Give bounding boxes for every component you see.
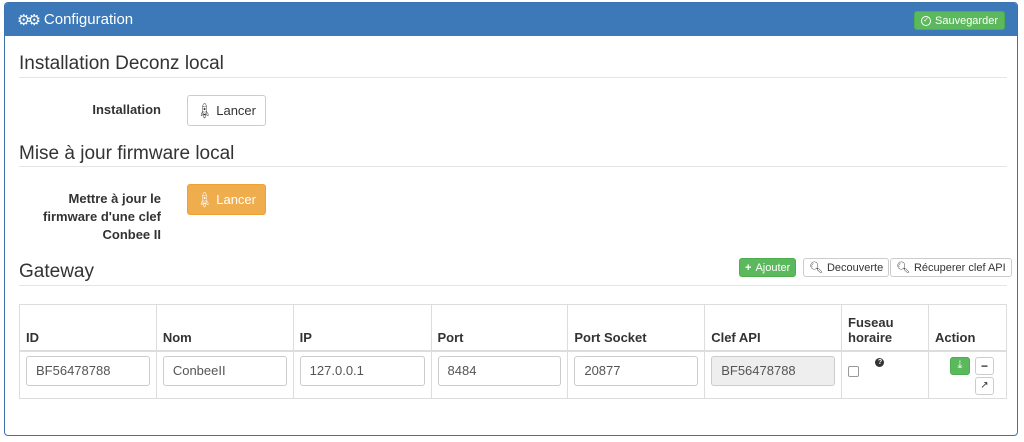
search-icon: 🔍︎ xyxy=(809,262,823,274)
cell-nom xyxy=(155,350,294,399)
gateway-table: ID Nom IP Port Port Socket Clef API Fuse… xyxy=(19,304,1008,399)
table-row: ? ⤓ − ↗ xyxy=(19,350,1008,399)
minus-icon: − xyxy=(980,358,988,373)
firmware-launch-button[interactable]: 🚀︎ Lancer xyxy=(187,184,266,215)
install-section-title: Installation Deconz local xyxy=(19,53,224,74)
discover-label: Decouverte xyxy=(826,261,884,274)
download-icon: ⤓ xyxy=(957,359,963,371)
discover-button[interactable]: 🔍︎ Decouverte xyxy=(803,258,890,277)
save-button[interactable]: ✓ Sauvegarder xyxy=(914,11,1005,30)
cell-api-key xyxy=(704,350,843,399)
rocket-icon: 🚀︎ xyxy=(194,189,215,210)
install-launch-label: Lancer xyxy=(216,103,256,118)
firmware-label-line1: Mettre à jour le xyxy=(68,191,161,206)
col-header-action: Action xyxy=(927,304,1008,352)
gateway-section-title: Gateway xyxy=(19,261,94,282)
gateway-id-input[interactable] xyxy=(26,355,150,386)
col-header-id: ID xyxy=(19,304,157,352)
rocket-icon: 🚀︎ xyxy=(194,100,215,121)
plus-icon: + xyxy=(745,261,752,274)
table-header-row: ID Nom IP Port Port Socket Clef API Fuse… xyxy=(19,304,1008,352)
gateway-port-input[interactable] xyxy=(437,355,562,386)
gateway-name-input[interactable] xyxy=(162,355,287,386)
check-circle-icon: ✓ xyxy=(921,15,931,26)
col-header-timezone: Fuseau horaire xyxy=(841,304,929,352)
panel-title-text: Configuration xyxy=(43,11,134,28)
add-gateway-label: Ajouter xyxy=(755,261,791,274)
install-label: Installation xyxy=(92,102,161,117)
col-header-port-socket: Port Socket xyxy=(567,304,706,352)
col-header-ip: IP xyxy=(292,304,432,352)
save-button-label: Sauvegarder xyxy=(935,14,998,27)
panel-header: ⚙⚙ Configuration ✓ Sauvegarder xyxy=(5,3,1017,36)
cell-port xyxy=(430,350,569,399)
gears-icon: ⚙⚙ xyxy=(17,11,41,29)
col-header-api-key: Clef API xyxy=(704,304,843,352)
gateway-ip-input[interactable] xyxy=(299,355,425,386)
configuration-panel: ⚙⚙ Configuration ✓ Sauvegarder Installat… xyxy=(4,2,1018,436)
install-launch-button[interactable]: 🚀︎ Lancer xyxy=(187,95,266,126)
remove-button[interactable]: − xyxy=(974,356,994,375)
add-gateway-button[interactable]: + Ajouter xyxy=(739,258,797,277)
install-divider xyxy=(19,77,1007,78)
gateway-api-key-input xyxy=(711,355,836,386)
cell-timezone: ? xyxy=(841,350,929,399)
col-header-port: Port xyxy=(430,304,569,352)
col-header-nom: Nom xyxy=(155,304,294,352)
cell-action: ⤓ − ↗ xyxy=(927,350,1008,399)
cell-ip xyxy=(292,350,432,399)
gateway-divider xyxy=(19,285,1007,286)
firmware-section-title: Mise à jour firmware local xyxy=(19,143,235,164)
download-button[interactable]: ⤓ xyxy=(949,356,970,375)
panel-title: ⚙⚙ Configuration xyxy=(17,11,133,29)
firmware-launch-label: Lancer xyxy=(216,192,256,207)
firmware-label: Mettre à jour le firmware d'une clef Con… xyxy=(25,190,161,244)
col-header-timezone-line2: horaire xyxy=(848,329,893,345)
col-header-timezone-line1: Fuseau xyxy=(848,314,894,330)
search-icon: 🔍︎ xyxy=(896,262,910,274)
fetch-api-key-label: Récuperer clef API xyxy=(913,261,1006,274)
firmware-divider xyxy=(19,166,1007,167)
gateway-port-socket-input[interactable] xyxy=(574,355,699,386)
open-external-button[interactable]: ↗ xyxy=(974,376,994,395)
question-circle-icon[interactable]: ? xyxy=(875,357,885,367)
fetch-api-key-button[interactable]: 🔍︎ Récuperer clef API xyxy=(890,258,1012,277)
firmware-label-line3: Conbee II xyxy=(102,227,161,242)
cell-id xyxy=(19,350,157,399)
cell-port-socket xyxy=(567,350,706,399)
timezone-checkbox[interactable] xyxy=(848,365,860,377)
external-link-icon: ↗ xyxy=(980,380,989,391)
firmware-label-line2: firmware d'une clef xyxy=(43,209,161,224)
